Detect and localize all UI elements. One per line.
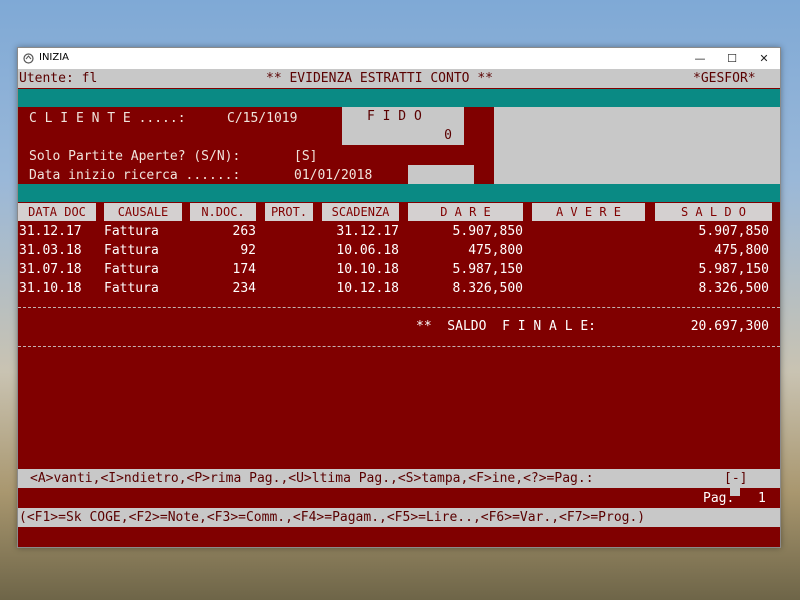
close-icon[interactable]: ✕ (748, 48, 780, 69)
table-row[interactable]: 31.03.18 Fattura 92 10.06.18 475,800 475… (18, 241, 780, 260)
page-input[interactable]: [-] (724, 469, 747, 488)
cell-causale: Fattura (104, 224, 159, 239)
total-value: 20.697,300 (690, 319, 769, 334)
col-header-scadenza: SCADENZA (322, 203, 399, 221)
cell-ndoc: 263 (232, 224, 256, 239)
col-header-avere: A V E R E (532, 203, 645, 221)
fido-value: 0 (444, 128, 452, 143)
cell-date: 31.03.18 (19, 243, 82, 258)
app-icon (23, 53, 34, 64)
fkeys-bar: (<F1>=Sk COGE,<F2>=Note,<F3>=Comm.,<F4>=… (18, 508, 780, 527)
program-title: ** EVIDENZA ESTRATTI CONTO ** (266, 71, 493, 86)
table-row[interactable]: 31.12.17 Fattura 263 31.12.17 5.907,850 … (18, 222, 780, 241)
table-row[interactable]: 31.07.18 Fattura 174 10.10.18 5.987,150 … (18, 260, 780, 279)
cell-saldo: 5.987,150 (698, 262, 769, 277)
cell-ndoc: 234 (232, 281, 256, 296)
fido-label: F I D O (367, 109, 422, 124)
cell-dare: 8.326,500 (452, 281, 523, 296)
table-row[interactable]: 31.10.18 Fattura 234 10.12.18 8.326,500 … (18, 279, 780, 298)
cell-scadenza: 10.10.18 (336, 262, 399, 277)
teal-separator (18, 89, 780, 107)
cell-saldo: 8.326,500 (698, 281, 769, 296)
fido-box: F I D O 0 (342, 107, 464, 145)
page-number: 1 (758, 491, 766, 506)
cell-dare: 5.987,150 (452, 262, 523, 277)
cell-causale: Fattura (104, 281, 159, 296)
dashed-divider (18, 307, 780, 309)
input-cursor-box[interactable] (408, 165, 474, 184)
cell-date: 31.10.18 (19, 281, 82, 296)
form-side-panel (494, 107, 780, 184)
teal-separator-2 (18, 184, 780, 202)
cell-saldo: 475,800 (714, 243, 769, 258)
cell-ndoc: 174 (232, 262, 256, 277)
dashed-divider (18, 346, 780, 348)
page-label: Pag. (703, 491, 735, 506)
terminal-window: INIZIA — ☐ ✕ Utente: fl ** EVIDENZA ESTR… (17, 47, 781, 548)
cell-scadenza: 10.06.18 (336, 243, 399, 258)
open-items-field[interactable]: [S] (294, 147, 317, 166)
maximize-icon[interactable]: ☐ (716, 48, 748, 69)
col-header-prot: PROT. (265, 203, 313, 221)
nav-commands: <A>vanti,<I>ndietro,<P>rima Pag.,<U>ltim… (30, 471, 594, 486)
nav-bar: <A>vanti,<I>ndietro,<P>rima Pag.,<U>ltim… (18, 469, 780, 488)
col-header-ndoc: N.DOC. (190, 203, 256, 221)
status-bar: Utente: fl ** EVIDENZA ESTRATTI CONTO **… (18, 69, 780, 88)
cell-dare: 5.907,850 (452, 224, 523, 239)
col-header-date: DATA DOC (18, 203, 96, 221)
cell-ndoc: 92 (240, 243, 256, 258)
start-date-label: Data inizio ricerca ......: (29, 168, 241, 183)
cell-dare: 475,800 (468, 243, 523, 258)
cell-scadenza: 10.12.18 (336, 281, 399, 296)
minimize-icon[interactable]: — (684, 48, 716, 69)
cell-causale: Fattura (104, 262, 159, 277)
window-title: INIZIA (39, 52, 70, 63)
client-label: C L I E N T E .....: (29, 111, 186, 126)
cell-saldo: 5.907,850 (698, 224, 769, 239)
total-label: ** SALDO F I N A L E: (416, 319, 597, 334)
user-label: Utente: fl (19, 71, 98, 86)
col-header-saldo: S A L D O (655, 203, 772, 221)
cell-date: 31.07.18 (19, 262, 82, 277)
company-label: *GESFOR* (693, 71, 756, 86)
open-items-label: Solo Partite Aperte? (S/N): (29, 149, 241, 164)
title-bar: INIZIA — ☐ ✕ (18, 48, 780, 69)
function-keys[interactable]: (<F1>=Sk COGE,<F2>=Note,<F3>=Comm.,<F4>=… (19, 508, 645, 527)
col-header-causale: CAUSALE (104, 203, 182, 221)
terminal-screen: Utente: fl ** EVIDENZA ESTRATTI CONTO **… (18, 69, 780, 547)
cell-date: 31.12.17 (19, 224, 82, 239)
col-header-dare: D A R E (408, 203, 523, 221)
cell-causale: Fattura (104, 243, 159, 258)
cell-scadenza: 31.12.17 (336, 224, 399, 239)
client-value[interactable]: C/15/1019 (227, 109, 297, 128)
start-date-field[interactable]: 01/01/2018 (294, 166, 372, 185)
